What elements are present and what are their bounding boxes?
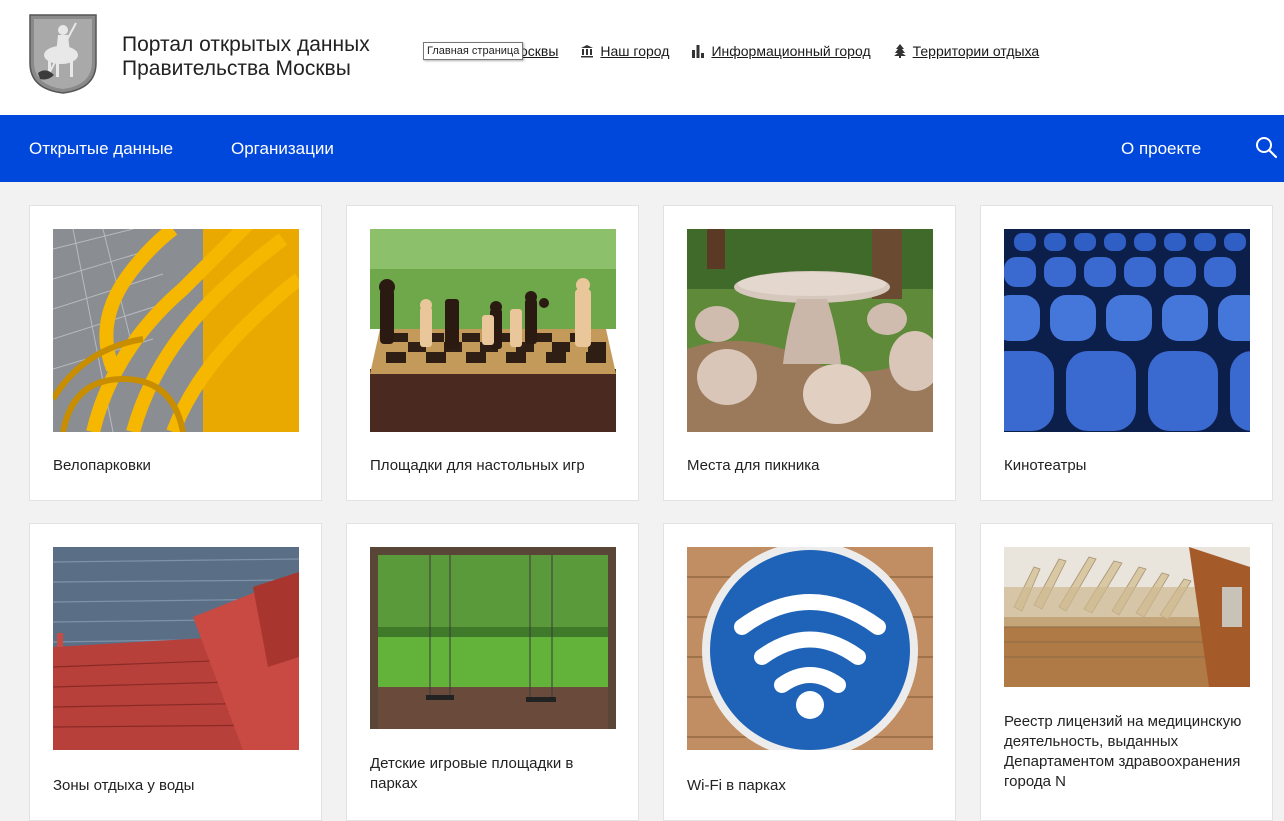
link-our-city[interactable]: Наш город (580, 43, 669, 59)
dataset-card-medical-licenses[interactable]: Реестр лицензий на медицинскую деятельно… (980, 523, 1273, 821)
portal-title[interactable]: Портал открытых данных Правительства Мос… (122, 33, 370, 81)
link-recreation[interactable]: Территории отдыха (893, 43, 1040, 59)
card-label: Зоны отдыха у воды (53, 777, 195, 794)
top-header: Портал открытых данных Правительства Мос… (0, 0, 1284, 115)
link-info-city-label: Информационный город (711, 43, 871, 59)
park-swings-image (370, 547, 616, 729)
dataset-card-board-games[interactable]: Площадки для настольных игр (346, 205, 639, 501)
columns-icon (581, 45, 594, 58)
moscow-coat-of-arms-logo[interactable] (28, 13, 98, 95)
main-nav: Открытые данные Организации О проекте (0, 115, 1284, 182)
tooltip: Главная страница (423, 42, 524, 60)
link-info-city[interactable]: Информационный город (691, 43, 871, 59)
link-recreation-label: Территории отдыха (912, 43, 1040, 59)
card-label: Места для пикника (687, 457, 820, 474)
nav-open-data[interactable]: Открытые данные (29, 139, 173, 159)
card-label: Велопарковки (53, 457, 151, 474)
dataset-card-picnic[interactable]: Места для пикника (663, 205, 956, 501)
portal-title-line2: Правительства Москвы (122, 57, 351, 80)
red-bench-by-water-image (53, 547, 299, 750)
card-label: Площадки для настольных игр (370, 457, 585, 474)
cinema-seats-image (1004, 229, 1250, 432)
wifi-sign-image (687, 547, 933, 750)
nav-about[interactable]: О проекте (1121, 139, 1201, 159)
card-label: Реестр лицензий на медицинскую деятельно… (1004, 713, 1242, 790)
card-label: Кинотеатры (1004, 457, 1087, 474)
nav-organizations[interactable]: Организации (231, 139, 334, 159)
bar-chart-icon (692, 45, 705, 58)
dataset-card-playgrounds[interactable]: Детские игровые площадки в парках (346, 523, 639, 821)
link-our-city-label: Наш город (600, 43, 670, 59)
dataset-card-bike-parking[interactable]: Велопарковки (29, 205, 322, 501)
stone-picnic-table-image (687, 229, 933, 432)
file-cabinet-image (1004, 547, 1250, 687)
bike-racks-image (53, 229, 299, 432)
dataset-card-wifi[interactable]: Wi-Fi в парках (663, 523, 956, 821)
chess-board-image (370, 229, 616, 432)
dataset-card-waterside[interactable]: Зоны отдыха у воды (29, 523, 322, 821)
tree-icon (893, 44, 906, 58)
card-label: Детские игровые площадки в парках (370, 755, 574, 792)
search-icon[interactable] (1254, 135, 1280, 161)
dataset-card-cinemas[interactable]: Кинотеатры (980, 205, 1273, 501)
portal-title-line1: Портал открытых данных (122, 33, 370, 56)
card-label: Wi-Fi в парках (687, 777, 786, 794)
